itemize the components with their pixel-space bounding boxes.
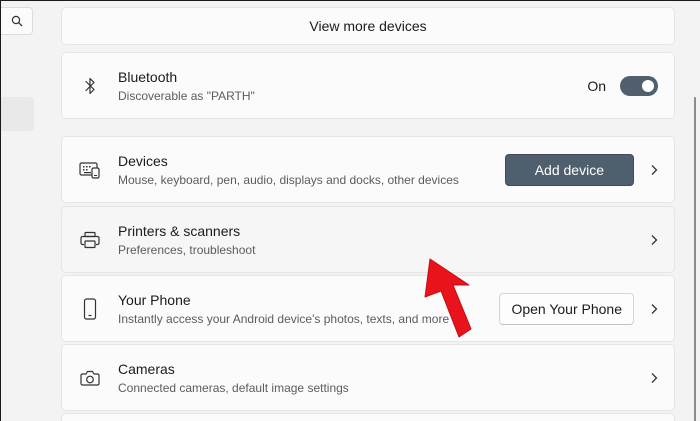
scrollbar[interactable] (694, 97, 696, 421)
bluetooth-toggle[interactable] (620, 75, 658, 96)
bluetooth-toggle-label: On (587, 77, 606, 94)
chevron-right-icon[interactable] (634, 234, 674, 246)
cameras-title: Cameras (118, 361, 175, 377)
view-more-devices-label: View more devices (309, 18, 427, 34)
toggle-knob (642, 79, 654, 92)
next-settings-row[interactable] (61, 413, 675, 421)
sidebar-selected-item[interactable] (1, 97, 34, 131)
devices-row[interactable]: Devices Mouse, keyboard, pen, audio, dis… (61, 136, 675, 203)
keyboard-icon (62, 161, 118, 179)
cameras-subtitle: Connected cameras, default image setting… (118, 381, 349, 395)
phone-icon (62, 297, 118, 320)
open-your-phone-button[interactable]: Open Your Phone (499, 292, 634, 325)
bluetooth-title: Bluetooth (118, 69, 178, 85)
bluetooth-icon (62, 77, 118, 95)
devices-title: Devices (118, 153, 168, 169)
printers-title: Printers & scanners (118, 223, 241, 239)
printers-scanners-row[interactable]: Printers & scanners Preferences, trouble… (61, 206, 675, 273)
view-more-devices-button[interactable]: View more devices (61, 7, 675, 45)
printers-subtitle: Preferences, troubleshoot (118, 243, 256, 257)
chevron-right-icon[interactable] (634, 303, 674, 315)
cameras-row[interactable]: Cameras Connected cameras, default image… (61, 344, 675, 411)
your-phone-row[interactable]: Your Phone Instantly access your Android… (61, 275, 675, 342)
phone-subtitle: Instantly access your Android device's p… (118, 312, 450, 326)
search-button[interactable] (1, 7, 33, 35)
chevron-right-icon[interactable] (634, 164, 674, 176)
bluetooth-subtitle: Discoverable as "PARTH" (118, 89, 255, 103)
phone-title: Your Phone (118, 292, 191, 308)
chevron-right-icon[interactable] (634, 372, 674, 384)
bluetooth-row: Bluetooth Discoverable as "PARTH" On (61, 52, 675, 119)
camera-icon (62, 369, 118, 387)
add-device-button[interactable]: Add device (504, 153, 634, 186)
search-icon (11, 15, 22, 27)
printer-icon (62, 231, 118, 249)
devices-subtitle: Mouse, keyboard, pen, audio, displays an… (118, 173, 459, 187)
